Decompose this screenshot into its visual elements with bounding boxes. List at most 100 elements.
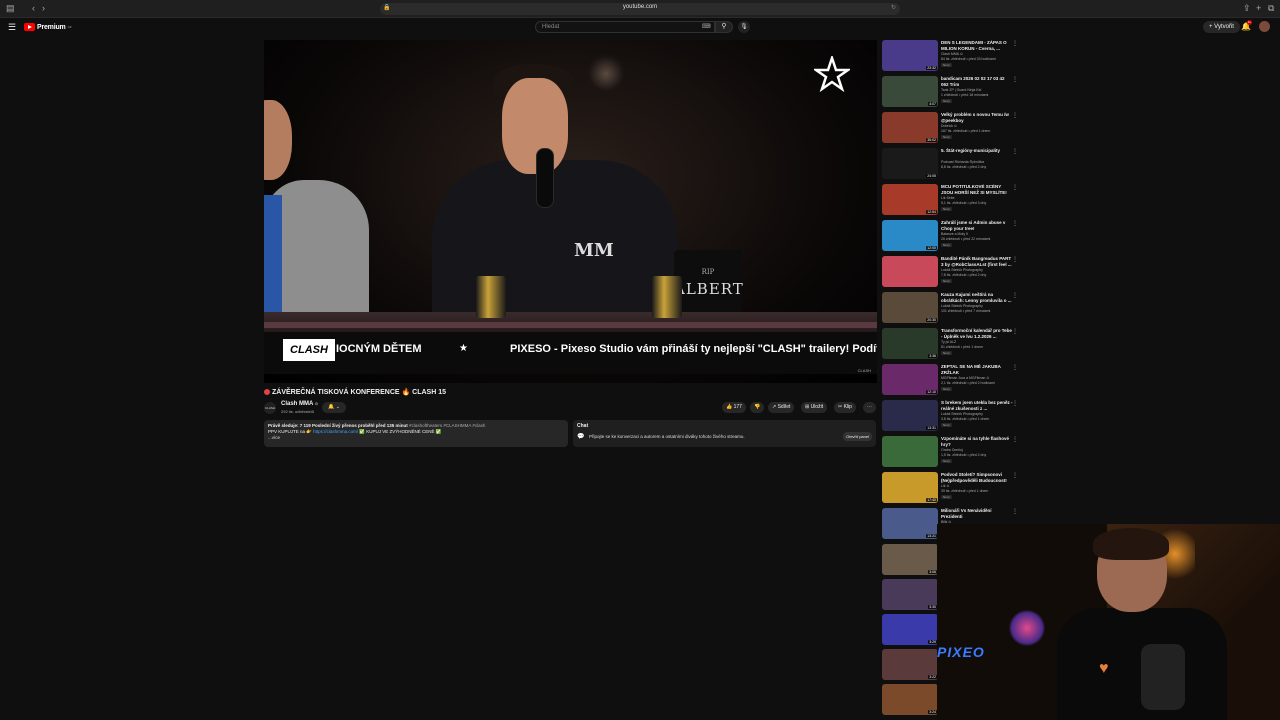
recommendation-title[interactable]: Zahrálí jsme si Admin abuse v Chop your … <box>941 220 1013 231</box>
recommendation-title[interactable]: MCU POTITULKOVÉ SCÉNY JSOU HORŠÍ NEŽ SI … <box>941 184 1013 195</box>
recommendation-thumbnail[interactable]: 35:02 <box>882 112 938 143</box>
recommendation-item[interactable]: 23:32 DEN S LEGENDAMI - ZÁPAS O MILION KO… <box>882 40 1022 74</box>
recommendation-item[interactable]: Vzpomínáte si na tyhle flashové hry? Ondr… <box>882 436 1022 470</box>
back-icon[interactable]: ‹ <box>32 3 35 13</box>
recommendation-title[interactable]: Podvod Století? Simpsonovi (Ne)předpověd… <box>941 472 1013 483</box>
more-options-icon[interactable]: ⋮ <box>1012 400 1018 407</box>
like-button[interactable]: 👍 177 <box>722 402 746 413</box>
share-icon[interactable]: ⇪ <box>1243 3 1251 14</box>
more-actions-button[interactable]: ⋯ <box>863 402 876 413</box>
recommendation-thumbnail[interactable]: 24:05 <box>882 148 938 179</box>
recommendation-thumbnail[interactable]: 3:22 <box>882 649 938 680</box>
recommendation-item[interactable]: 12:10 ZEPTAL SE NA MĚ JAKUBA ZRŽLAK MGFitm… <box>882 364 1022 398</box>
recommendation-thumbnail[interactable]: 3:29 <box>882 614 938 645</box>
recommendation-title[interactable]: 5. Štát-regióny-municipality <box>941 148 1013 154</box>
recommendation-channel[interactable]: Podcast Richarda Rybníčka <box>941 160 1013 164</box>
recommendation-thumbnail[interactable]: 12:54 <box>882 184 938 215</box>
recommendation-item[interactable]: 35:02 Velký problém s novou Temu /w @peek… <box>882 112 1022 146</box>
recommendation-item[interactable]: 20:30 Kauza Kajumi neštírá na obrátkách: … <box>882 292 1022 326</box>
recommendation-title[interactable]: S brekem jsem utekla bez peněz - reálné … <box>941 400 1013 411</box>
recommendation-channel[interactable]: Lik Sebe <box>941 196 1013 200</box>
more-options-icon[interactable]: ⋮ <box>1012 508 1018 515</box>
recommendation-item[interactable]: 12:00 Zahrálí jsme si Admin abuse v Chop … <box>882 220 1022 254</box>
recommendation-thumbnail[interactable] <box>882 256 938 287</box>
recommendation-channel[interactable]: Lik ⊙ <box>941 484 1013 488</box>
more-options-icon[interactable]: ⋮ <box>1012 184 1018 191</box>
recommendation-item[interactable]: 13:31 S brekem jsem utekla bez peněz - re… <box>882 400 1022 434</box>
more-options-icon[interactable]: ⋮ <box>1012 328 1018 335</box>
create-button[interactable]: + Vytvořit <box>1203 21 1240 33</box>
recommendation-channel[interactable]: MGFitman Jura a MGFitman ⊙ <box>941 376 1013 380</box>
voice-search-button[interactable]: 🎙 <box>738 21 750 33</box>
recommendation-title[interactable]: Velký problém s novou Temu /w @peekboy <box>941 112 1013 123</box>
menu-icon[interactable]: ☰ <box>8 22 16 33</box>
recommendation-thumbnail[interactable]: 3:36 <box>882 328 938 359</box>
recommendation-thumbnail[interactable]: 23:32 <box>882 40 938 71</box>
recommendation-title[interactable]: Kauza Kajumi neštírá na obrátkách: Lenny… <box>941 292 1013 303</box>
tabs-overview-icon[interactable]: ⧉ <box>1268 3 1274 14</box>
video-player[interactable]: MM RIP ALBERT CLASH IOCNÝM DĚTEM ★ PIXES… <box>264 40 877 383</box>
recommendation-title[interactable]: DEN S LEGENDAMI - ZÁPAS O MILION KORUN -… <box>941 40 1013 51</box>
subscribed-bell-button[interactable]: 🔔 ⌄ <box>322 402 346 413</box>
description-box[interactable]: Právě sleduje: 7 119 Poslední živý přeno… <box>264 420 568 447</box>
address-bar[interactable]: 🔒 youtube.com ↻ <box>380 3 900 15</box>
forward-icon[interactable]: › <box>42 3 45 13</box>
recommendation-channel[interactable]: Ty jsi ALŽ <box>941 340 1013 344</box>
reload-icon[interactable]: ↻ <box>891 4 896 11</box>
save-button[interactable]: ⊞ Uložit <box>801 402 828 413</box>
more-options-icon[interactable]: ⋮ <box>1012 364 1018 371</box>
youtube-logo[interactable]: Premium CZ <box>24 22 72 32</box>
recommendation-thumbnail[interactable]: 4:07 <box>882 76 938 107</box>
recommendation-thumbnail[interactable]: 3:06 <box>882 544 938 575</box>
recommendation-item[interactable]: 17:40 Podvod Století? Simpsonovi (Ne)před… <box>882 472 1022 506</box>
recommendation-title[interactable]: Milionáři Vs Nenávidění Prezidenti <box>941 508 1013 519</box>
recommendation-item[interactable]: 4:07 bandicam 2026 02 02 17 03 42 062 Tri… <box>882 76 1022 110</box>
more-options-icon[interactable]: ⋮ <box>1012 112 1018 119</box>
channel-name[interactable]: Clash MMA ⊙ <box>281 401 318 407</box>
more-options-icon[interactable]: ⋮ <box>1012 436 1018 443</box>
recommendation-thumbnail[interactable]: 12:10 <box>882 364 938 395</box>
recommendation-thumbnail[interactable]: 12:00 <box>882 220 938 251</box>
recommendation-channel[interactable]: Lukáš Steiník Photography <box>941 268 1013 272</box>
recommendation-channel[interactable]: Dobrick ⊙ <box>941 124 1013 128</box>
recommendation-title[interactable]: Vzpomínáte si na tyhle flashové hry? <box>941 436 1013 447</box>
dislike-button[interactable]: 👎 <box>750 402 765 413</box>
recommendation-item[interactable]: Bandité Páník Bangreadus PART 3 by @RobC… <box>882 256 1022 290</box>
keyboard-icon[interactable]: ⌨ <box>702 23 711 30</box>
channel-avatar[interactable]: CLASH <box>264 402 276 414</box>
more-options-icon[interactable]: ⋮ <box>1012 40 1018 47</box>
recommendation-thumbnail[interactable]: 3:24 <box>882 684 938 715</box>
recommendation-item[interactable]: 24:05 5. Štát-regióny-municipality Podcast… <box>882 148 1022 182</box>
recommendation-title[interactable]: bandicam 2026 02 02 17 03 42 062 Trim <box>941 76 1013 87</box>
recommendation-thumbnail[interactable] <box>882 436 938 467</box>
more-options-icon[interactable]: ⋮ <box>1012 256 1018 263</box>
recommendation-channel[interactable]: Lukáš Steiník Photography <box>941 304 1013 308</box>
description-link[interactable]: https://clashmma.com/ <box>313 429 358 434</box>
recommendation-title[interactable]: Transformoční kalendář pro Tebe - Úplněk… <box>941 328 1013 339</box>
recommendation-thumbnail[interactable]: 20:30 <box>882 292 938 323</box>
recommendation-title[interactable]: Bandité Páník Bangreadus PART 3 by @RobC… <box>941 256 1013 267</box>
recommendation-thumbnail[interactable]: 17:40 <box>882 472 938 503</box>
recommendation-item[interactable]: 3:36 Transformoční kalendář pro Tebe - Úp… <box>882 328 1022 362</box>
recommendation-channel[interactable]: Balanze a Moty II <box>941 232 1013 236</box>
search-button[interactable]: ⚲ <box>715 21 733 33</box>
more-options-icon[interactable]: ⋮ <box>1012 148 1018 155</box>
new-tab-icon[interactable]: + <box>1256 3 1261 13</box>
more-options-icon[interactable]: ⋮ <box>1012 220 1018 227</box>
clip-button[interactable]: ✂ Klip <box>834 402 856 413</box>
recommendation-thumbnail[interactable]: 13:31 <box>882 400 938 431</box>
recommendation-channel[interactable]: Tank ZP | Guard Ninja Kid <box>941 88 1013 92</box>
share-button[interactable]: ↗ Sdílet <box>768 402 795 413</box>
recommendation-channel[interactable]: Lukáš Steiník Photography <box>941 412 1013 416</box>
account-avatar[interactable] <box>1259 21 1270 32</box>
description-more-link[interactable]: ...více <box>268 435 564 441</box>
recommendation-title[interactable]: ZEPTAL SE NA MĚ JAKUBA ZRŽLAK <box>941 364 1013 375</box>
sidebar-toggle-icon[interactable]: ▤ <box>6 3 15 14</box>
recommendation-thumbnail[interactable]: 13:21 <box>882 508 938 539</box>
recommendation-channel[interactable]: Ondra Oceňuj <box>941 448 1013 452</box>
more-options-icon[interactable]: ⋮ <box>1012 472 1018 479</box>
more-options-icon[interactable]: ⋮ <box>1012 76 1018 83</box>
more-options-icon[interactable]: ⋮ <box>1012 292 1018 299</box>
open-chat-panel-button[interactable]: Otevřít panel <box>843 432 872 441</box>
search-input[interactable]: Hledat <box>535 21 715 33</box>
